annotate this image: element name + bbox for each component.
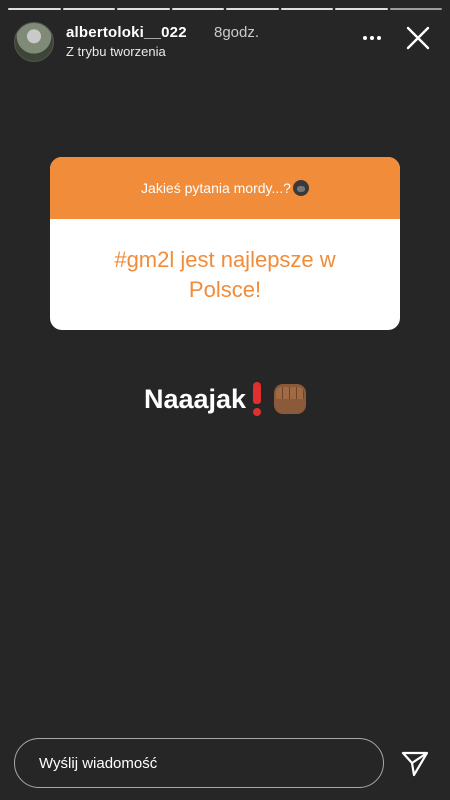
question-prompt: Jakieś pytania mordy...?	[141, 180, 291, 196]
progress-segment	[117, 8, 170, 10]
avatar[interactable]	[14, 22, 54, 62]
progress-segment	[8, 8, 61, 10]
story-header: albertoloki__022 8godz. Z trybu tworzeni…	[14, 20, 440, 62]
exclamation-icon	[252, 382, 262, 416]
reply-input[interactable]: Wyślij wiadomość	[14, 738, 384, 788]
more-options-button[interactable]	[360, 26, 384, 50]
story-progress	[8, 8, 442, 11]
username[interactable]: albertoloki__022	[66, 24, 187, 41]
reply-placeholder: Wyślij wiadomość	[39, 754, 158, 772]
progress-segment	[335, 8, 388, 10]
caption-text: Naaajak	[143, 383, 247, 414]
question-answer: #gm2l jest najlepsze w Polsce!	[114, 246, 336, 302]
more-dot	[377, 36, 381, 40]
send-icon[interactable]	[400, 750, 430, 778]
timestamp: 8godz.	[214, 24, 260, 41]
more-dot	[370, 36, 374, 40]
progress-segment	[171, 8, 224, 10]
subtitle: Z trybu tworzenia	[66, 44, 166, 59]
more-dots-icon	[363, 36, 367, 40]
progress-segment	[389, 8, 442, 10]
gorilla-icon	[292, 180, 309, 196]
progress-segment	[280, 8, 333, 10]
progress-segment	[226, 8, 279, 10]
close-icon[interactable]	[404, 24, 432, 52]
question-sticker[interactable]: Jakieś pytania mordy...? #gm2l jest najl…	[50, 157, 400, 330]
progress-segment	[62, 8, 115, 10]
story-caption: Naaajak	[0, 382, 450, 416]
question-prompt-bar: Jakieś pytania mordy...?	[50, 157, 400, 219]
fist-icon	[274, 384, 307, 414]
